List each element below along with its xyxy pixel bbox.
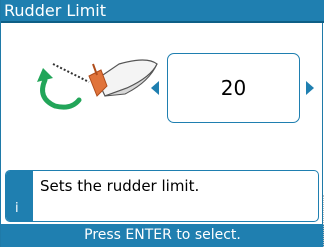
page-title-text: Rudder Limit: [4, 1, 107, 20]
arrow-right-icon[interactable]: [306, 81, 314, 95]
boat-rudder-turn-icon: [27, 52, 167, 122]
page-title: Rudder Limit: [1, 0, 324, 21]
info-box: i Sets the rudder limit.: [5, 170, 319, 222]
status-text: Press ENTER to select.: [84, 227, 241, 243]
status-bar: Press ENTER to select.: [1, 224, 324, 247]
info-text: Sets the rudder limit.: [40, 177, 200, 195]
rudder-limit-screen: Rudder Limit 20 i Sets the rudder limit.…: [0, 0, 324, 247]
title-underline: [1, 21, 324, 23]
arrow-left-icon[interactable]: [151, 81, 159, 95]
rudder-limit-value-text: 20: [220, 76, 247, 100]
edge-divider: [323, 195, 330, 247]
info-icon: i: [6, 171, 33, 221]
info-icon-letter: i: [15, 201, 19, 216]
rudder-limit-value[interactable]: 20: [167, 53, 300, 123]
